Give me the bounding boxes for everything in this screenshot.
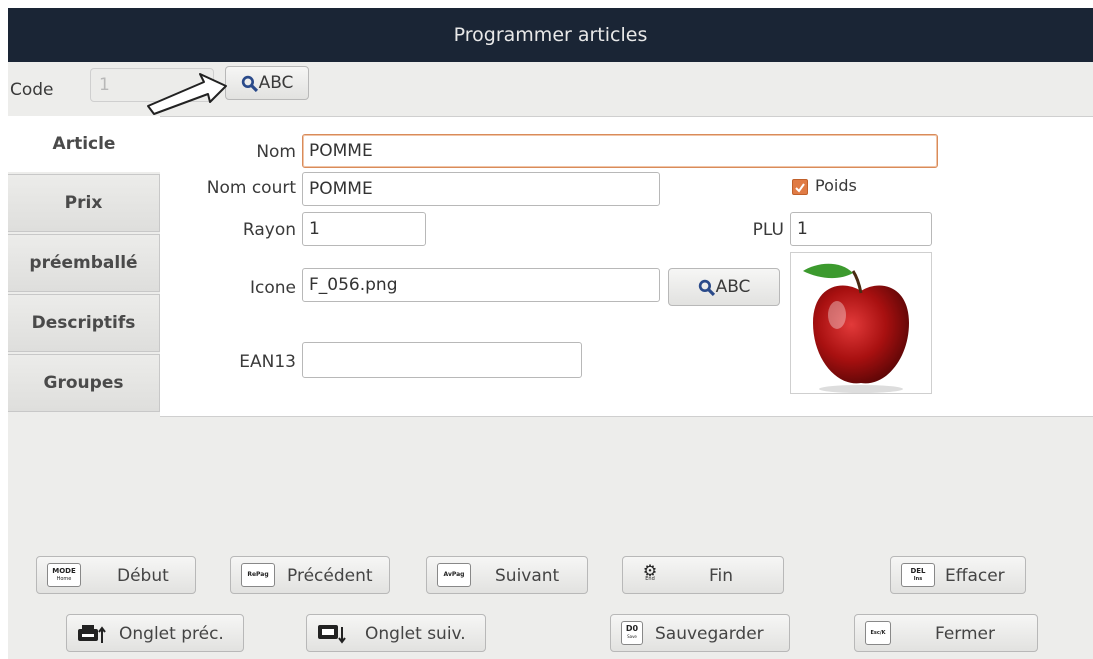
suivant-button[interactable]: AvPag Suivant [426,556,588,594]
code-search-button[interactable]: ABC [225,66,309,100]
nom-court-field[interactable] [302,172,660,206]
debut-label: Début [117,566,169,586]
plu-label: PLU [752,220,784,240]
check-icon [795,183,805,193]
icone-search-label: ABC [715,277,751,297]
page-down-key-icon: AvPag [437,563,471,587]
poids-checkbox[interactable] [792,179,808,195]
save-key-icon: D0 Save [621,621,643,645]
onglet-suiv-button[interactable]: Onglet suiv. [306,614,486,652]
onglet-suiv-label: Onglet suiv. [365,624,466,644]
icone-search-button[interactable]: ABC [668,268,780,306]
icon-preview [790,252,932,394]
tab-preemballe[interactable]: préemballé [8,234,160,292]
tab-descriptifs[interactable]: Descriptifs [8,294,160,352]
onglet-prec-button[interactable]: Onglet préc. [66,614,244,652]
code-search-label: ABC [258,73,294,93]
effacer-label: Effacer [945,566,1005,586]
next-tab-icon [318,625,346,644]
page-up-key-icon: RePag [241,563,275,587]
effacer-button[interactable]: DEL Ins Effacer [890,556,1026,594]
code-label: Code [10,80,54,100]
tab-groupes[interactable]: Groupes [8,354,160,412]
rayon-field[interactable] [302,212,426,246]
icone-label: Icone [250,278,296,298]
arrow-icon [147,73,227,115]
ean13-field[interactable] [302,342,582,378]
prev-tab-icon [78,625,106,643]
search-icon [698,279,715,296]
nom-field[interactable] [302,134,938,168]
precedent-label: Précédent [287,566,373,586]
ean13-label: EAN13 [239,352,296,372]
del-key-icon: DEL Ins [901,563,935,587]
plu-field[interactable] [790,212,932,246]
precedent-button[interactable]: RePag Précédent [230,556,390,594]
sauvegarder-button[interactable]: D0 Save Sauvegarder [610,614,790,652]
apple-icon [803,263,909,393]
fin-button[interactable]: ⚙ End Fin [622,556,784,594]
home-key-icon: MODE Home [47,563,81,587]
search-icon [241,75,258,92]
onglet-prec-label: Onglet préc. [119,624,224,644]
fermer-button[interactable]: Esc/K Fermer [854,614,1038,652]
tab-article[interactable]: Article [8,116,160,172]
suivant-label: Suivant [495,566,560,586]
title-bar: Programmer articles [8,8,1093,62]
sauvegarder-label: Sauvegarder [655,624,764,644]
esc-key-icon: Esc/K [865,621,891,645]
poids-label: Poids [815,176,857,195]
nom-court-label: Nom court [206,178,296,198]
rayon-label: Rayon [242,220,296,240]
end-gear-icon: ⚙ End [642,561,658,583]
nom-label: Nom [256,142,296,162]
window-title: Programmer articles [453,24,648,46]
debut-button[interactable]: MODE Home Début [36,556,196,594]
icone-field[interactable] [302,268,660,302]
tab-prix[interactable]: Prix [8,174,160,232]
fermer-label: Fermer [935,624,996,644]
fin-label: Fin [709,566,734,586]
